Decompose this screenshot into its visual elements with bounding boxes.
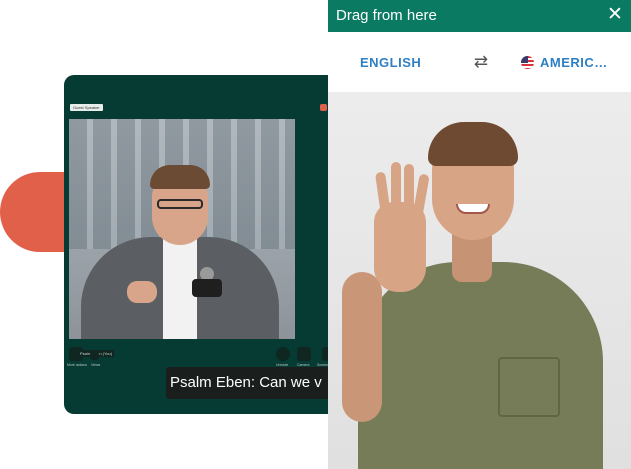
- us-flag-icon: [521, 55, 534, 69]
- sign-language-interpreter-video: [328, 92, 631, 469]
- source-language-button[interactable]: ENGLISH: [360, 55, 421, 70]
- language-selector-row: ENGLISH ⇄ AMERIC…: [328, 32, 631, 92]
- speaker-hand: [127, 281, 157, 303]
- speaker-tag: Guest Speaker: [70, 104, 103, 111]
- record-indicator-icon: [320, 104, 327, 111]
- finger: [412, 173, 430, 219]
- shirt-pocket: [498, 357, 560, 417]
- interpreter-hair-bun: [456, 122, 486, 140]
- target-language-button[interactable]: AMERIC…: [521, 53, 608, 71]
- camera-button[interactable]: [297, 347, 311, 361]
- popup-title: Drag from here: [336, 7, 437, 24]
- finger: [404, 164, 414, 208]
- views-button[interactable]: [90, 351, 99, 360]
- popup-drag-handle[interactable]: Drag from here ✕: [328, 0, 631, 32]
- sign-language-translator-popup: Drag from here ✕ ENGLISH ⇄ AMERIC…: [328, 0, 631, 469]
- finger: [391, 162, 401, 206]
- swap-arrows-icon[interactable]: ⇄: [471, 52, 491, 72]
- target-language-label: AMERIC…: [540, 54, 608, 70]
- live-caption: Psalm Eben: Can we v: [166, 367, 354, 399]
- interpreter-smile: [456, 204, 490, 214]
- interpreter-shirt: [358, 262, 603, 469]
- speaker-glasses: [157, 199, 203, 209]
- more-actions-label: More actions: [67, 363, 88, 367]
- close-icon[interactable]: ✕: [604, 4, 626, 26]
- interpreter-arm: [342, 272, 382, 422]
- video-meeting-window: Guest Speaker Psalm Eben (You) More acti…: [64, 75, 354, 414]
- decorative-blob: [0, 172, 74, 252]
- unmute-button[interactable]: [276, 347, 290, 361]
- microphone: [192, 279, 222, 297]
- speaker-video: [69, 119, 295, 339]
- speaker-hair: [150, 165, 210, 189]
- views-label: Views: [91, 363, 101, 367]
- promo-stage: Guest Speaker Psalm Eben (You) More acti…: [0, 0, 631, 469]
